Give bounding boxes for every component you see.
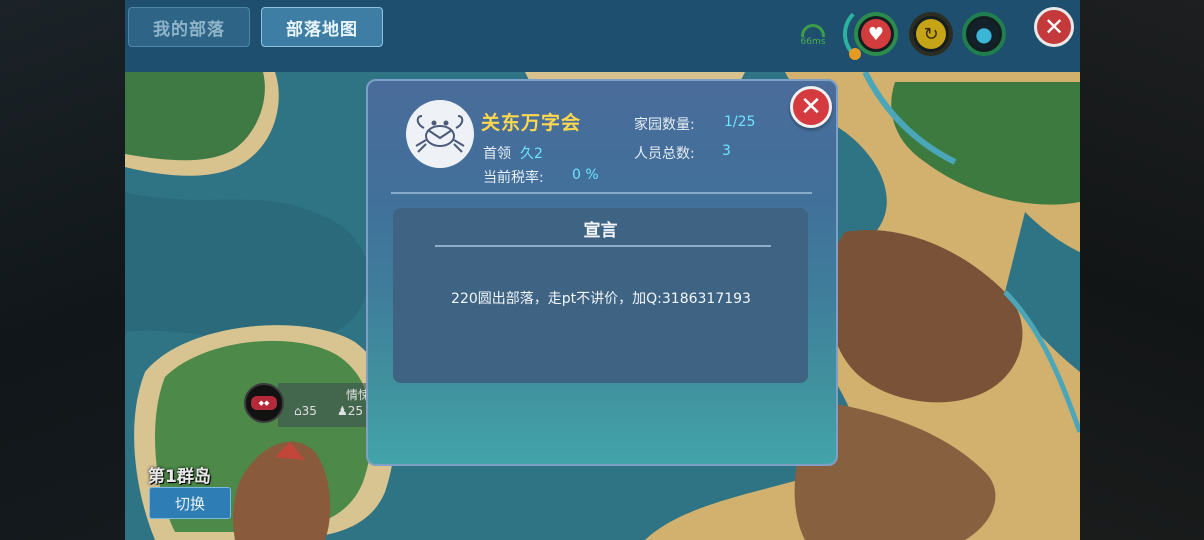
tribe-marker-members-value: 25 (347, 404, 364, 418)
hunger-button[interactable]: ↻ (909, 12, 953, 56)
tribe-marker-icon[interactable]: ◆◆ (244, 383, 284, 423)
tribe-avatar (406, 100, 474, 168)
members-value: 3 (722, 143, 731, 159)
tab-my-tribe[interactable]: 我的部落 (128, 7, 250, 47)
signal-icon (801, 24, 825, 37)
leader-label: 首领 (483, 146, 511, 162)
network-status: 66ms (796, 24, 830, 47)
declaration-text: 220圆出部落，走pt不讲价，加Q:3186317193 (451, 291, 751, 307)
homes-value: 1/25 (724, 114, 756, 130)
home-icon: ⌂ (294, 404, 302, 418)
close-icon: ✕ (800, 92, 822, 122)
dialog-divider (391, 192, 812, 194)
declaration-title: 宣言 (583, 221, 618, 241)
background-right (1080, 0, 1204, 540)
water-drop-icon: ● (969, 19, 999, 49)
health-button[interactable]: ♥ (854, 12, 898, 56)
tab-tribe-map[interactable]: 部落地图 (261, 7, 383, 47)
close-icon: ✕ (1043, 13, 1065, 41)
crab-icon (415, 115, 465, 153)
leader-value: 久2 (520, 146, 543, 162)
tribe-marker-homes-value: 35 (301, 404, 317, 418)
tribe-name: 关东万字会 (481, 112, 582, 134)
tribe-marker-members: ♟25 (337, 404, 363, 418)
tax-value: 0 % (572, 167, 599, 183)
tax-label: 当前税率: (483, 170, 544, 186)
food-icon: ↻ (916, 19, 946, 49)
switch-island-button[interactable]: 切换 (149, 487, 231, 519)
tribe-emblem-icon: ◆◆ (251, 396, 277, 410)
close-dialog-button[interactable]: ✕ (790, 86, 832, 128)
declaration-divider (435, 245, 771, 247)
tribe-marker-homes: ⌂35 (294, 404, 317, 418)
members-label: 人员总数: (634, 146, 695, 162)
close-map-button[interactable]: ✕ (1034, 7, 1074, 47)
person-icon: ♟ (337, 404, 348, 418)
status-dot (849, 48, 861, 60)
heart-icon: ♥ (861, 19, 891, 49)
ping-value: 66ms (800, 37, 826, 47)
homes-label: 家园数量: (634, 117, 695, 133)
background-left (0, 0, 125, 540)
thirst-button[interactable]: ● (962, 12, 1006, 56)
island-label: 第1群岛 (148, 467, 211, 487)
